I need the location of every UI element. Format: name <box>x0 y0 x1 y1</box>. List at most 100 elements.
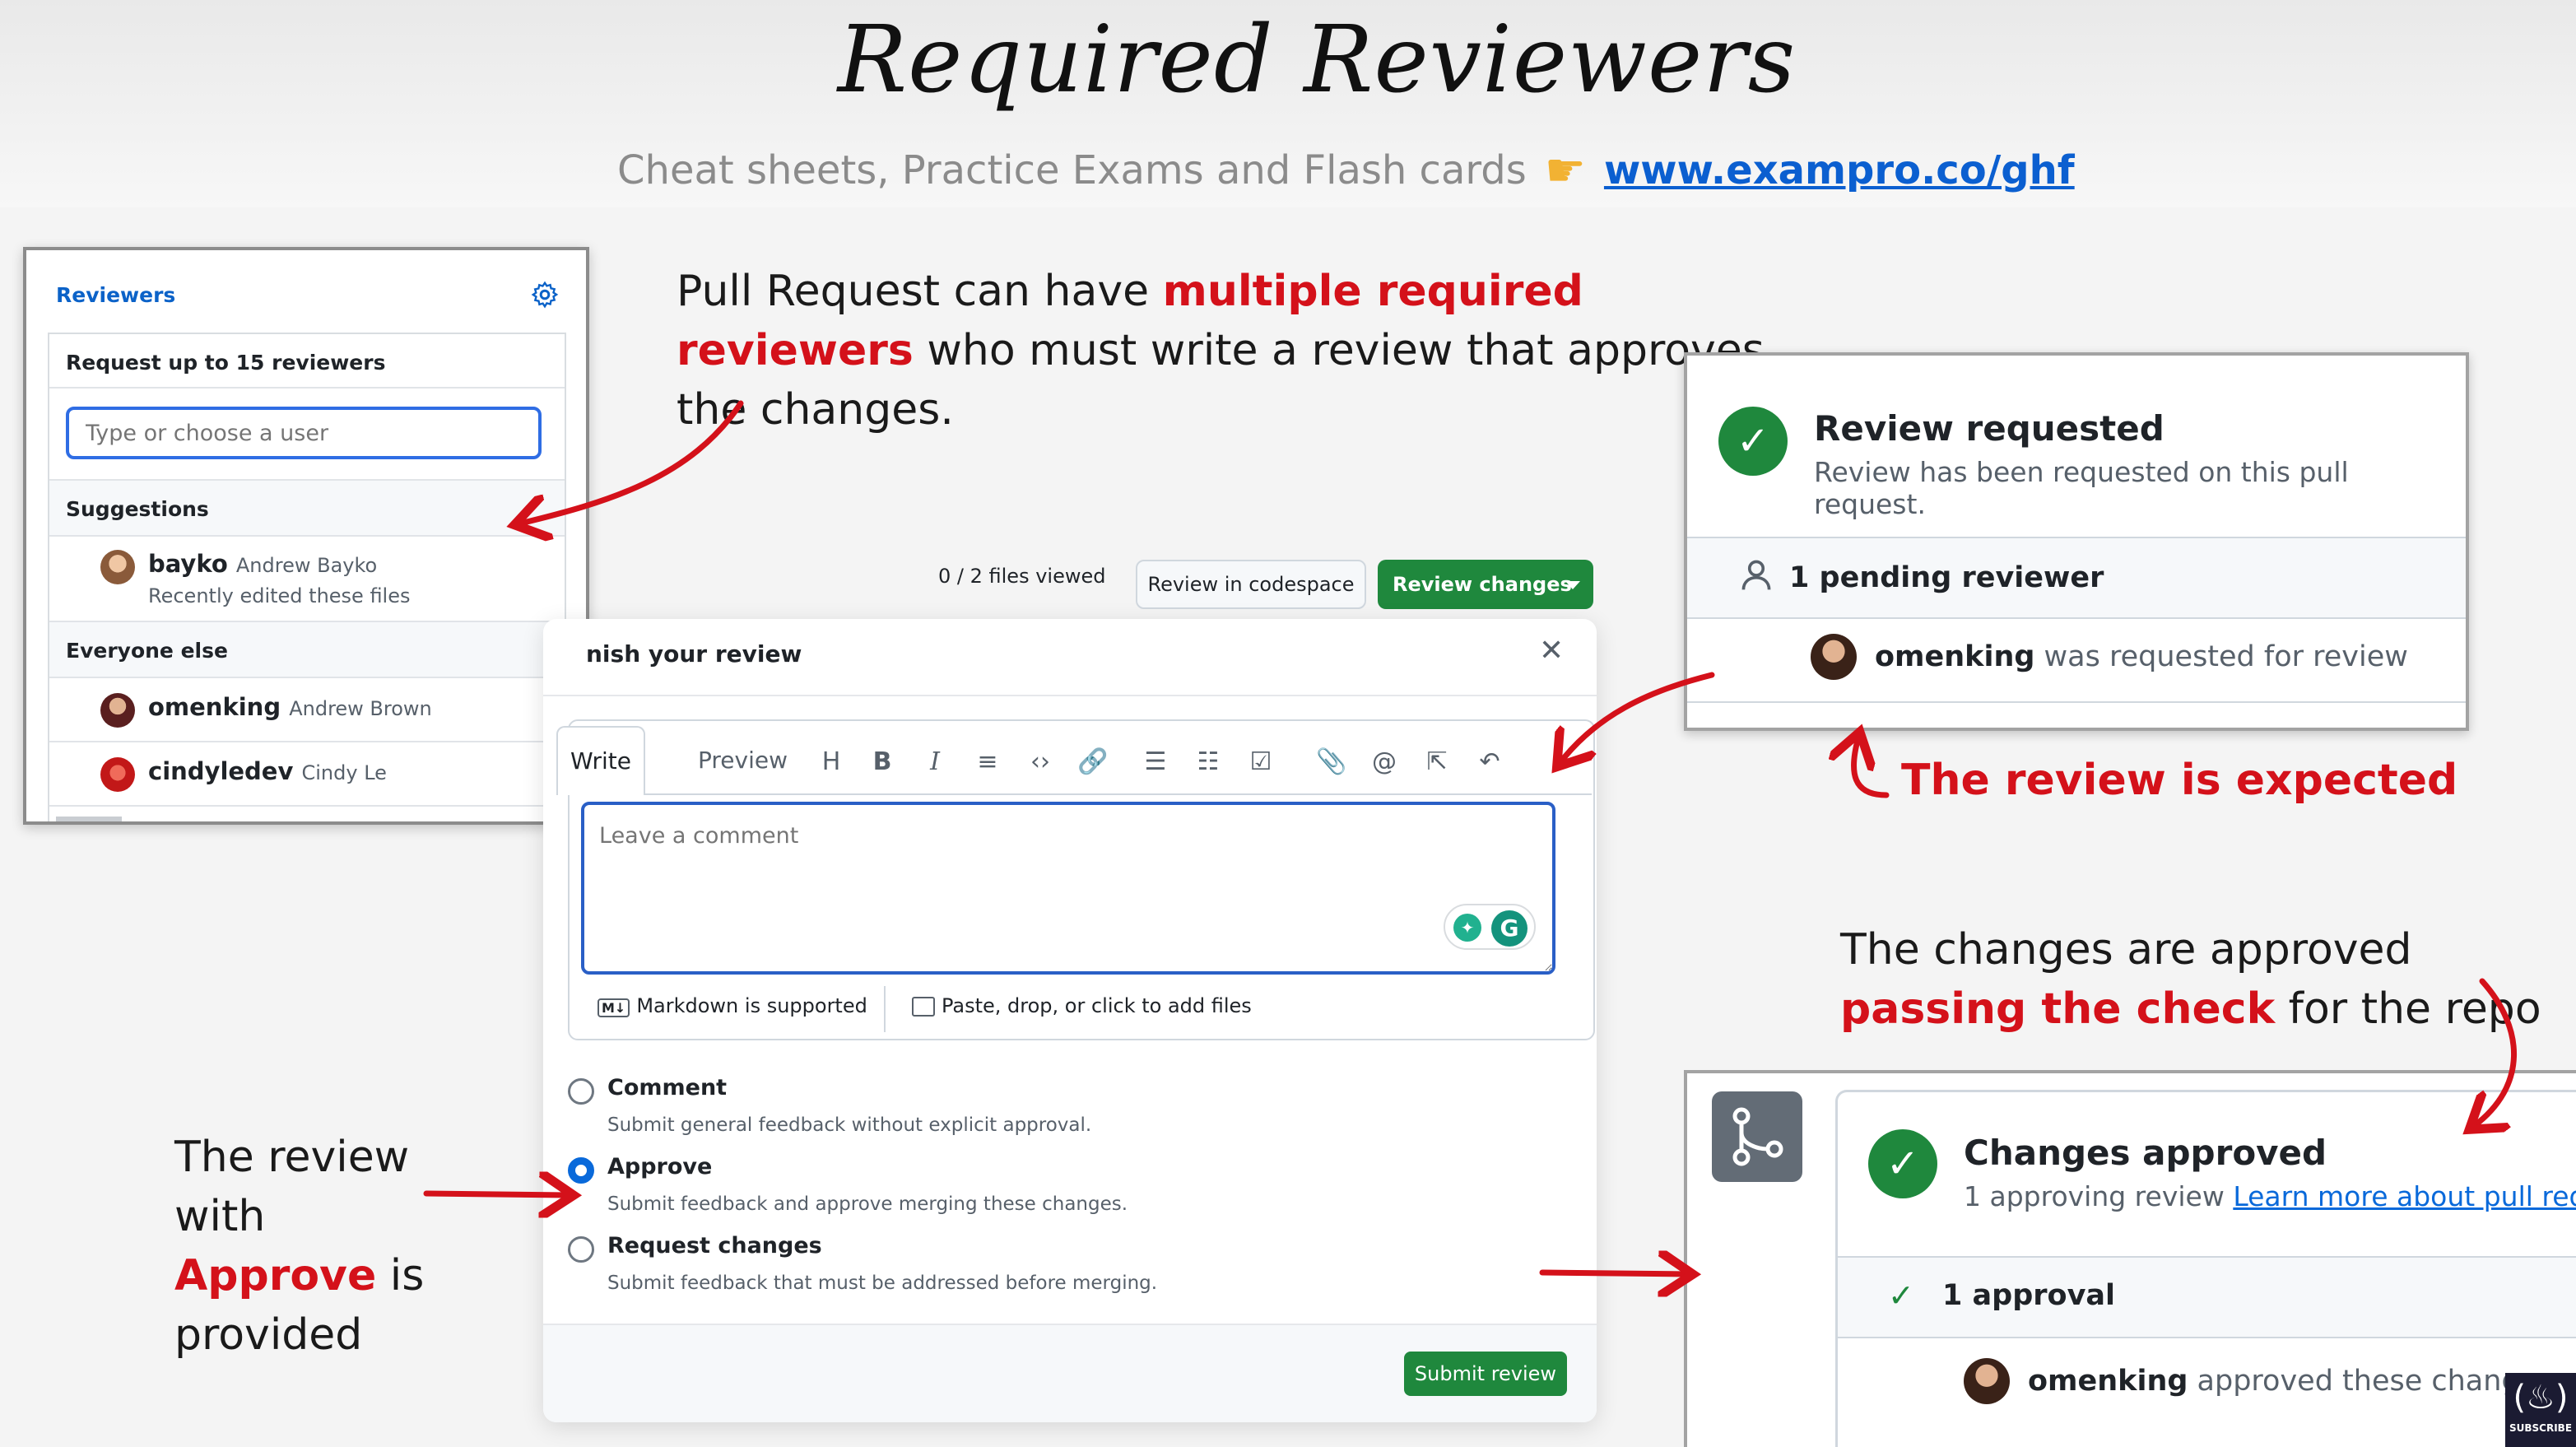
reviewer-login: cindyledev Cindy Le <box>148 757 387 785</box>
reviewers-title[interactable]: Reviewers <box>56 283 175 307</box>
learn-more-link[interactable]: Learn more about pull requ <box>2233 1180 2576 1212</box>
note-text: Pull Request can have <box>677 267 1163 316</box>
quote-icon[interactable]: ≡ <box>969 744 1006 780</box>
subtitle-text: Cheat sheets, Practice Exams and Flash c… <box>617 147 1527 193</box>
task-list-icon[interactable]: ☑ <box>1243 744 1279 780</box>
gear-icon[interactable] <box>530 280 560 309</box>
avatar <box>1964 1358 2010 1404</box>
attach-files-text: Paste, drop, or click to add files <box>942 994 1252 1017</box>
finish-review-dialog: nish your review ✕ Write Preview H B I ≡… <box>543 619 1597 1422</box>
mention-icon[interactable]: @ <box>1366 744 1402 780</box>
check-circle-icon: ✓ <box>1868 1129 1937 1198</box>
reviewer-login-text[interactable]: omenking <box>2028 1365 2188 1398</box>
markdown-icon: M↓ <box>598 998 630 1017</box>
lightbulb-icon: ✦ <box>1453 914 1481 942</box>
subscribe-badge[interactable]: (♨) SUBSCRIBE <box>2505 1373 2576 1447</box>
avatar <box>100 757 135 792</box>
requested-title: Review requested <box>1814 408 2164 449</box>
image-icon <box>912 997 935 1017</box>
caret-down-icon <box>1565 581 1580 589</box>
markdown-supported[interactable]: M↓ Markdown is supported <box>598 994 867 1017</box>
approved-subtitle: 1 approving review Learn more about pull… <box>1964 1180 2576 1212</box>
submit-review-button[interactable]: Submit review <box>1404 1352 1567 1396</box>
note-approve-provided: The review with Approve is provided <box>174 1128 471 1365</box>
approved-title: Changes approved <box>1964 1133 2327 1173</box>
reviewer-option-bayko[interactable]: bayko Andrew Bayko Recently edited these… <box>49 537 565 622</box>
option-approve-label: Approve <box>607 1154 713 1179</box>
approving-reviewer: omenking approved these changes <box>2028 1365 2552 1398</box>
slide-subtitle: Cheat sheets, Practice Exams and Flash c… <box>617 142 2075 199</box>
radio-comment[interactable] <box>568 1078 594 1105</box>
reviewer-login: bayko Andrew Bayko <box>148 550 377 578</box>
tab-preview[interactable]: Preview <box>698 726 788 795</box>
subscribe-label: SUBSCRIBE <box>2509 1422 2573 1434</box>
option-request-changes-label: Request changes <box>607 1233 822 1259</box>
check-circle-icon: ✓ <box>1718 407 1788 476</box>
option-comment-label: Comment <box>607 1075 728 1100</box>
requested-reviewer: omenking was requested for review <box>1875 640 2408 673</box>
git-branch-icon <box>1712 1091 1802 1182</box>
numbered-list-icon[interactable]: ☰ <box>1137 744 1174 780</box>
reviewers-limit: Request up to 15 reviewers <box>49 334 565 389</box>
note-review-expected: The review is expected <box>1901 756 2458 805</box>
note-text: The changes are approved <box>1840 925 2412 975</box>
pointing-hand-icon: ☛ <box>1544 143 1586 198</box>
suggestions-heading: Suggestions <box>49 481 565 537</box>
bullet-list-icon[interactable]: ☷ <box>1190 744 1226 780</box>
reviewers-popup: Reviewers Request up to 15 reviewers Sug… <box>23 247 589 825</box>
reference-icon[interactable]: ⇱ <box>1419 744 1455 780</box>
note-text: for the repo <box>2275 984 2541 1034</box>
attach-icon[interactable]: 📎 <box>1314 744 1350 780</box>
italic-icon[interactable]: I <box>917 744 953 780</box>
note-highlight: Approve <box>174 1251 377 1300</box>
reviewer-fullname: Andrew Brown <box>289 697 432 720</box>
tab-write[interactable]: Write <box>556 726 645 795</box>
radio-request-changes[interactable] <box>568 1236 594 1263</box>
grammarly-widget[interactable]: ✦ G <box>1444 904 1536 950</box>
note-text: The review with <box>174 1133 410 1241</box>
approval-count: 1 approval <box>1942 1279 2115 1312</box>
reviewer-login-text: bayko <box>148 550 228 578</box>
avatar <box>100 550 135 584</box>
code-icon[interactable]: ‹› <box>1022 744 1058 780</box>
link-icon[interactable]: 🔗 <box>1075 744 1111 780</box>
approved-subtitle-text: 1 approving review <box>1964 1180 2234 1212</box>
reviewer-option-cindyledev[interactable]: cindyledev Cindy Le <box>49 742 565 807</box>
avatar <box>100 693 135 728</box>
everyone-heading: Everyone else <box>49 622 565 678</box>
reviewer-fullname: Andrew Bayko <box>235 554 378 577</box>
comment-textarea[interactable] <box>581 802 1555 975</box>
divider <box>884 986 886 1032</box>
close-icon[interactable]: ✕ <box>1539 634 1564 668</box>
bold-icon[interactable]: B <box>864 744 900 780</box>
dialog-title: nish your review <box>586 640 802 668</box>
note-required-reviewers: Pull Request can have multiple required … <box>677 262 1829 440</box>
radio-approve[interactable] <box>568 1157 594 1184</box>
reviewer-search-input[interactable] <box>66 407 542 459</box>
attach-files[interactable]: Paste, drop, or click to add files <box>912 994 1252 1017</box>
divider <box>543 695 1597 696</box>
undo-icon[interactable]: ↶ <box>1472 744 1508 780</box>
review-changes-button[interactable]: Review changes <box>1378 560 1593 609</box>
review-requested-panel: ✓ Review requested Review has been reque… <box>1684 352 2469 731</box>
markdown-note-text: Markdown is supported <box>636 994 867 1017</box>
arrow-up-to-requested <box>1853 737 1890 798</box>
review-changes-label: Review changes <box>1393 573 1572 596</box>
heading-icon[interactable]: H <box>813 744 849 780</box>
grammarly-icon: G <box>1491 910 1527 947</box>
reviewer-login-text: cindyledev <box>148 757 294 785</box>
flame-icon: (♨) <box>2513 1379 2569 1417</box>
requested-subtitle: Review has been requested on this pull r… <box>1814 456 2349 520</box>
avatar <box>1811 634 1857 680</box>
reviewer-option-omenking[interactable]: omenking Andrew Brown <box>49 678 565 742</box>
review-in-codespace-button[interactable]: Review in codespace <box>1136 560 1366 609</box>
note-changes-approved: The changes are approved passing the che… <box>1840 920 2576 1039</box>
reviewer-login-text: omenking <box>148 693 281 721</box>
reviewer-status-text: approved these changes <box>2188 1365 2553 1398</box>
exampro-link[interactable]: www.exampro.co/ghf <box>1604 147 2075 193</box>
reviewer-note: Recently edited these files <box>148 584 411 607</box>
check-icon: ✓ <box>1888 1277 1914 1314</box>
reviewers-list: Request up to 15 reviewers Suggestions b… <box>48 333 566 821</box>
option-comment-desc: Submit general feedback without explicit… <box>607 1114 1092 1136</box>
reviewer-login-text[interactable]: omenking <box>1875 640 2034 673</box>
